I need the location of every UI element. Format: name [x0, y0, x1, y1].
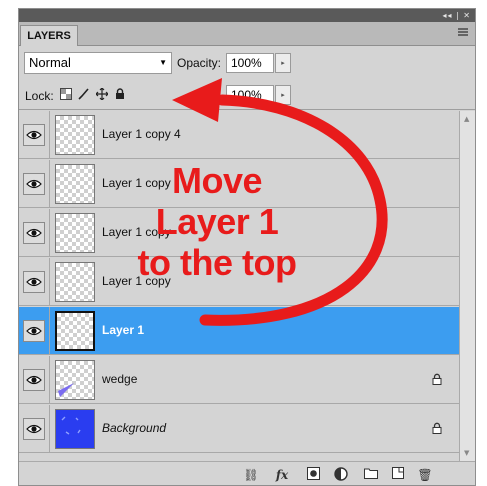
layer-thumbnail[interactable] — [55, 213, 95, 253]
visibility-eye-icon[interactable] — [23, 271, 45, 293]
collapse-close-controls[interactable]: ◂◂ | ✕ — [442, 9, 471, 22]
column-divider — [49, 307, 50, 355]
lock-transparency-icon[interactable] — [59, 88, 73, 102]
layer-thumbnail[interactable] — [55, 164, 95, 204]
layers-scrollbar[interactable]: ▲ ▼ — [459, 111, 475, 461]
column-divider — [49, 111, 50, 159]
layer-row[interactable]: Background — [19, 405, 459, 453]
column-divider — [49, 209, 50, 257]
scroll-up-icon[interactable]: ▲ — [464, 115, 469, 123]
layer-row[interactable]: Layer 1 — [19, 307, 459, 355]
callout-line-1: Move — [171, 160, 263, 201]
layer-name[interactable]: Background — [102, 421, 166, 435]
visibility-eye-icon[interactable] — [23, 369, 45, 391]
delete-layer-icon[interactable]: 🗑 — [417, 467, 433, 483]
callout-line-3: to the top — [137, 242, 297, 283]
tab-row: LAYERS — [19, 22, 475, 46]
layer-thumbnail[interactable] — [55, 115, 95, 155]
link-layers-icon[interactable]: ⛓ — [242, 467, 260, 483]
chevron-down-icon: ▼ — [159, 58, 167, 67]
fx-icon[interactable]: fx — [272, 467, 292, 483]
visibility-eye-icon[interactable] — [23, 418, 45, 440]
column-divider — [49, 258, 50, 306]
visibility-eye-icon[interactable] — [23, 124, 45, 146]
add-mask-icon[interactable] — [306, 467, 320, 483]
column-divider — [49, 405, 50, 453]
opacity-field[interactable]: 100% — [226, 53, 274, 73]
layer-thumbnail[interactable] — [55, 409, 95, 449]
adjustment-layer-icon[interactable] — [333, 467, 349, 483]
tab-layers[interactable]: LAYERS — [20, 25, 78, 46]
panel-titlebar: ◂◂ | ✕ — [19, 9, 475, 22]
lock-position-icon[interactable] — [95, 87, 109, 102]
visibility-eye-icon[interactable] — [23, 320, 45, 342]
new-layer-icon[interactable] — [391, 467, 405, 483]
layer-row[interactable]: wedge — [19, 356, 459, 404]
layer-name[interactable]: Layer 1 copy 4 — [102, 127, 181, 141]
blend-opacity-row: Normal ▼ Opacity: 100% ▸ — [19, 47, 475, 80]
lock-label: Lock: — [25, 89, 54, 103]
fill-field[interactable]: 100% — [226, 85, 274, 105]
visibility-eye-icon[interactable] — [23, 222, 45, 244]
layers-bottom-toolbar: ⛓ fx 🗑 — [19, 461, 475, 485]
blend-mode-value: Normal — [29, 55, 71, 70]
column-divider — [49, 160, 50, 208]
panel-menu-icon[interactable] — [457, 27, 469, 39]
opacity-label: Opacity: — [177, 56, 222, 70]
callout-text: Move Layer 1 to the top — [102, 160, 332, 283]
layer-lock-icon — [431, 422, 443, 434]
layer-lock-icon — [431, 373, 443, 385]
scroll-down-icon[interactable]: ▼ — [464, 449, 469, 457]
layer-row[interactable]: Layer 1 copy 4 — [19, 111, 459, 159]
layer-name[interactable]: Layer 1 — [102, 323, 144, 337]
lock-fill-row: Lock: 100% ▸ — [19, 80, 475, 110]
new-group-icon[interactable] — [363, 467, 379, 483]
layer-thumbnail[interactable] — [55, 311, 95, 351]
callout-line-2: Layer 1 — [155, 201, 279, 242]
column-divider — [49, 356, 50, 404]
opacity-slider-button[interactable]: ▸ — [275, 53, 291, 73]
blend-mode-select[interactable]: Normal ▼ — [24, 52, 172, 74]
visibility-eye-icon[interactable] — [23, 173, 45, 195]
layer-name[interactable]: wedge — [102, 372, 137, 386]
layer-thumbnail[interactable] — [55, 360, 95, 400]
layer-thumbnail[interactable] — [55, 262, 95, 302]
fill-slider-button[interactable]: ▸ — [275, 85, 291, 105]
lock-image-pixels-icon[interactable] — [77, 88, 91, 102]
lock-all-icon[interactable] — [113, 88, 127, 102]
